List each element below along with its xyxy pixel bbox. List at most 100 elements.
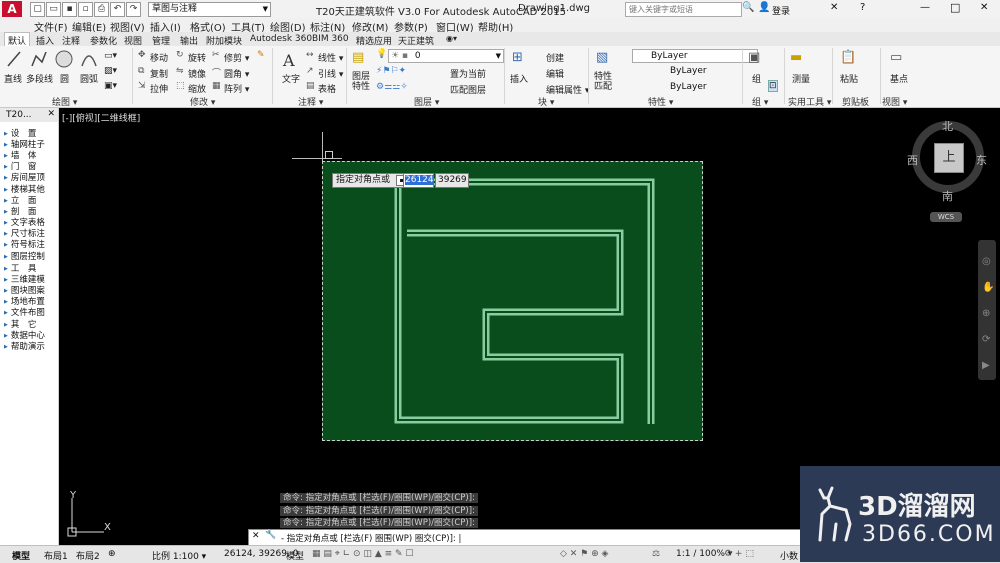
arc-button[interactable]: 圆弧 [80, 72, 98, 85]
user-icon[interactable]: 👤 [758, 2, 770, 13]
clipboard-panel-label[interactable]: 剪贴板 [842, 95, 869, 108]
palette-item-symbol[interactable]: 符号标注 [4, 238, 45, 250]
move-button[interactable]: 移动 [150, 51, 168, 64]
search-input[interactable]: 键入关键字或短语 [625, 2, 742, 17]
measure-icon[interactable]: ▬ [790, 50, 802, 65]
palette-item-layer[interactable]: 图层控制 [4, 250, 45, 262]
workspace-dropdown[interactable]: 草图与注释 ▼ [148, 2, 271, 17]
color-dropdown[interactable]: ByLayer [632, 49, 758, 63]
scale-button[interactable]: 缩放 [188, 82, 206, 95]
trim-button[interactable]: 修剪 ▾ [224, 51, 249, 64]
navigation-bar[interactable]: ◎ ✋ ⊕ ⟳ ▶ [978, 240, 996, 380]
insert-block-button[interactable]: 插入 [510, 72, 528, 85]
text-button[interactable]: 文字 [282, 72, 300, 85]
base-view-button[interactable]: 基点 [890, 72, 908, 85]
restore-button[interactable]: □ [950, 1, 960, 14]
viewport-label[interactable]: [-][俯视][二维线框] [62, 111, 140, 124]
base-view-icon[interactable]: ▭ [890, 50, 902, 65]
leader-button[interactable]: 引线 ▾ [318, 67, 343, 80]
copy-button[interactable]: 复制 [150, 67, 168, 80]
palette-item-room[interactable]: 房间屋顶 [4, 171, 45, 183]
circle-button[interactable]: 圆 [60, 72, 69, 85]
group-panel-label[interactable]: 组 ▾ [752, 95, 768, 108]
input-y-field[interactable]: 39269 [435, 173, 469, 188]
close-icon[interactable]: ✕ [47, 109, 55, 119]
scale-selector[interactable]: 比例 1:100 ▾ [152, 549, 206, 562]
paste-icon[interactable]: 📋 [840, 50, 856, 65]
layer-tools-row1-icons[interactable]: ⚡⚑⚐✦ [376, 66, 406, 76]
add-layout-icon[interactable]: ⊕ [108, 549, 116, 559]
zoom-icon[interactable]: ⊕ [982, 308, 990, 319]
status-settings-icons[interactable]: ⚙ + ⬚ [724, 549, 754, 559]
layer-props-button[interactable]: 图层特性 [352, 72, 372, 92]
table-button[interactable]: 表格 [318, 82, 336, 95]
measure-button[interactable]: 测量 [792, 72, 810, 85]
line-button[interactable]: 直线 [4, 72, 22, 85]
orbit-icon[interactable]: ⟳ [982, 334, 990, 345]
annotation-panel-label[interactable]: 注释 ▾ [298, 95, 323, 108]
compass-south[interactable]: 南 [942, 188, 953, 204]
pan-icon[interactable]: ✋ [982, 282, 994, 293]
insert-block-icon[interactable]: ⊞ [512, 50, 523, 65]
properties-panel-label[interactable]: 特性 ▾ [648, 95, 673, 108]
print-icon[interactable]: ⎙ [94, 2, 109, 17]
compass-west[interactable]: 西 [907, 152, 918, 168]
status-toggle-icons[interactable]: ▦ ▤ ⌖ ∟ ⊙ ◫ ▲ ≡ ✎ ☐ [312, 549, 413, 559]
edit-block-button[interactable]: 编辑 [546, 67, 564, 80]
palette-header[interactable]: T20... ✕ [0, 108, 58, 122]
draw-panel-label[interactable]: 绘图 ▾ [52, 95, 77, 108]
block-panel-label[interactable]: 块 ▾ [538, 95, 554, 108]
palette-item-layout[interactable]: 文件布图 [4, 306, 45, 318]
utilities-panel-label[interactable]: 实用工具 ▾ [788, 95, 831, 108]
paste-button[interactable]: 粘贴 [840, 72, 858, 85]
annotation-scale-icon[interactable]: ⚖ [652, 549, 660, 559]
layer-tools-row2-icons[interactable]: ⚙⚌⚍✧ [376, 82, 408, 92]
saveas-icon[interactable]: ▫ [78, 2, 93, 17]
app-menu-button[interactable]: A [2, 1, 22, 17]
steering-wheel-icon[interactable]: ◎ [982, 256, 991, 267]
viewcube-top-face[interactable]: 上 [934, 143, 964, 173]
search-icon[interactable]: 🔍 [742, 2, 754, 13]
help-icon[interactable]: ? [860, 2, 865, 13]
layer-props-icon[interactable]: ▤ [352, 50, 364, 65]
tab-a360[interactable]: Autodesk 360 [250, 34, 312, 44]
compass-north[interactable]: 北 [942, 118, 953, 134]
create-block-button[interactable]: 创建 [546, 51, 564, 64]
match-layer-button[interactable]: 匹配图层 [450, 83, 486, 96]
line-icon[interactable] [6, 50, 22, 68]
units-label[interactable]: 小数 [780, 549, 798, 562]
tab-model[interactable]: 模型 [12, 549, 30, 562]
match-props-button[interactable]: 特性匹配 [594, 72, 614, 92]
minimize-button[interactable]: — [920, 2, 930, 13]
draw-hatch-icon[interactable]: ▨▾ [104, 66, 117, 76]
mirror-button[interactable]: 镜像 [188, 67, 206, 80]
set-current-button[interactable]: 置为当前 [450, 67, 486, 80]
array-button[interactable]: 阵列 ▾ [224, 82, 249, 95]
layer-dropdown[interactable]: ☀ ▪ 0 ▼ [388, 49, 504, 63]
palette-item-help[interactable]: 帮助演示 [4, 340, 45, 352]
undo-icon[interactable]: ↶ [110, 2, 125, 17]
view-panel-label[interactable]: 视图 ▾ [882, 95, 907, 108]
open-icon[interactable]: ▭ [46, 2, 61, 17]
close-icon[interactable]: ✕ [252, 531, 260, 541]
fillet-button[interactable]: 圆角 ▾ [224, 67, 249, 80]
status-tool-icons[interactable]: ◇ ✕ ⚑ ⊕ ◈ [560, 549, 608, 559]
input-x-field[interactable]: 26124 [403, 173, 434, 188]
group-select-icon[interactable]: ⊡ [768, 80, 778, 92]
command-line[interactable]: ✕ 🔧 - 指定对角点或 [栏选(F) 圈围(WP) 圈交(CP)]: | [248, 529, 802, 546]
layers-panel-label[interactable]: 图层 ▾ [414, 95, 439, 108]
erase-icon[interactable]: ✎ [257, 50, 265, 60]
tab-bim360[interactable]: BIM 360 [312, 34, 349, 44]
polyline-icon[interactable] [30, 50, 48, 68]
rotate-button[interactable]: 旋转 [188, 51, 206, 64]
circle-icon[interactable] [54, 49, 74, 69]
exchange-icon[interactable]: ✕ [830, 2, 838, 13]
arc-icon[interactable] [80, 50, 98, 68]
modify-panel-label[interactable]: 修改 ▾ [190, 95, 215, 108]
polyline-button[interactable]: 多段线 [26, 72, 53, 85]
login-link[interactable]: 登录 [772, 4, 790, 17]
group-button[interactable]: 组 [752, 72, 761, 85]
tab-layout2[interactable]: 布局2 [76, 549, 100, 562]
compass-east[interactable]: 东 [976, 152, 987, 168]
new-icon[interactable]: ▢ [30, 2, 45, 17]
